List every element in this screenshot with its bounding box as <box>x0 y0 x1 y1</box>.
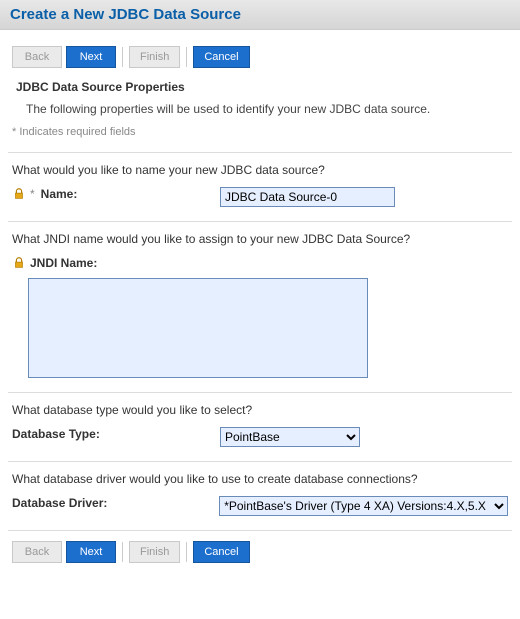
page-title: Create a New JDBC Data Source <box>10 6 510 23</box>
separator <box>8 152 512 153</box>
required-asterisk: * <box>30 187 35 201</box>
jndi-question: What JNDI name would you like to assign … <box>12 232 508 246</box>
wizard-buttons-top: Back Next Finish Cancel <box>12 46 508 68</box>
jndi-textarea[interactable] <box>28 278 368 378</box>
name-input[interactable] <box>220 187 395 207</box>
driver-select[interactable]: *PointBase's Driver (Type 4 XA) Versions… <box>219 496 508 516</box>
dbtype-question: What database type would you like to sel… <box>12 403 508 417</box>
button-divider <box>186 542 187 562</box>
section-heading: JDBC Data Source Properties <box>16 80 508 94</box>
name-label-cell: * Name: <box>12 187 212 201</box>
driver-field-row: Database Driver: *PointBase's Driver (Ty… <box>12 496 508 516</box>
button-divider <box>186 47 187 67</box>
driver-label: Database Driver: <box>12 496 211 510</box>
dbtype-field-row: Database Type: PointBase <box>12 427 508 447</box>
separator <box>8 461 512 462</box>
jndi-field-row: JNDI Name: <box>12 256 508 378</box>
required-fields-note: * Indicates required fields <box>12 126 512 138</box>
name-label: Name: <box>41 187 78 201</box>
next-button[interactable]: Next <box>66 46 116 68</box>
separator <box>8 392 512 393</box>
cancel-button[interactable]: Cancel <box>193 46 249 68</box>
page-header: Create a New JDBC Data Source <box>0 0 520 30</box>
dbtype-label: Database Type: <box>12 427 212 441</box>
dbtype-select[interactable]: PointBase <box>220 427 360 447</box>
separator <box>8 530 512 531</box>
back-button[interactable]: Back <box>12 541 62 563</box>
lock-restart-icon <box>12 187 26 201</box>
driver-question: What database driver would you like to u… <box>12 472 508 486</box>
back-button[interactable]: Back <box>12 46 62 68</box>
finish-button[interactable]: Finish <box>129 46 180 68</box>
section-description: The following properties will be used to… <box>26 102 508 116</box>
name-question: What would you like to name your new JDB… <box>12 163 508 177</box>
jndi-label: JNDI Name: <box>30 256 97 270</box>
button-divider <box>122 542 123 562</box>
cancel-button[interactable]: Cancel <box>193 541 249 563</box>
finish-button[interactable]: Finish <box>129 541 180 563</box>
wizard-buttons-bottom: Back Next Finish Cancel <box>12 541 508 563</box>
lock-restart-icon <box>12 256 26 270</box>
button-divider <box>122 47 123 67</box>
wizard-body: Back Next Finish Cancel JDBC Data Source… <box>0 30 520 585</box>
name-field-row: * Name: <box>12 187 508 207</box>
separator <box>8 221 512 222</box>
next-button[interactable]: Next <box>66 541 116 563</box>
jndi-label-cell: JNDI Name: <box>12 256 97 270</box>
